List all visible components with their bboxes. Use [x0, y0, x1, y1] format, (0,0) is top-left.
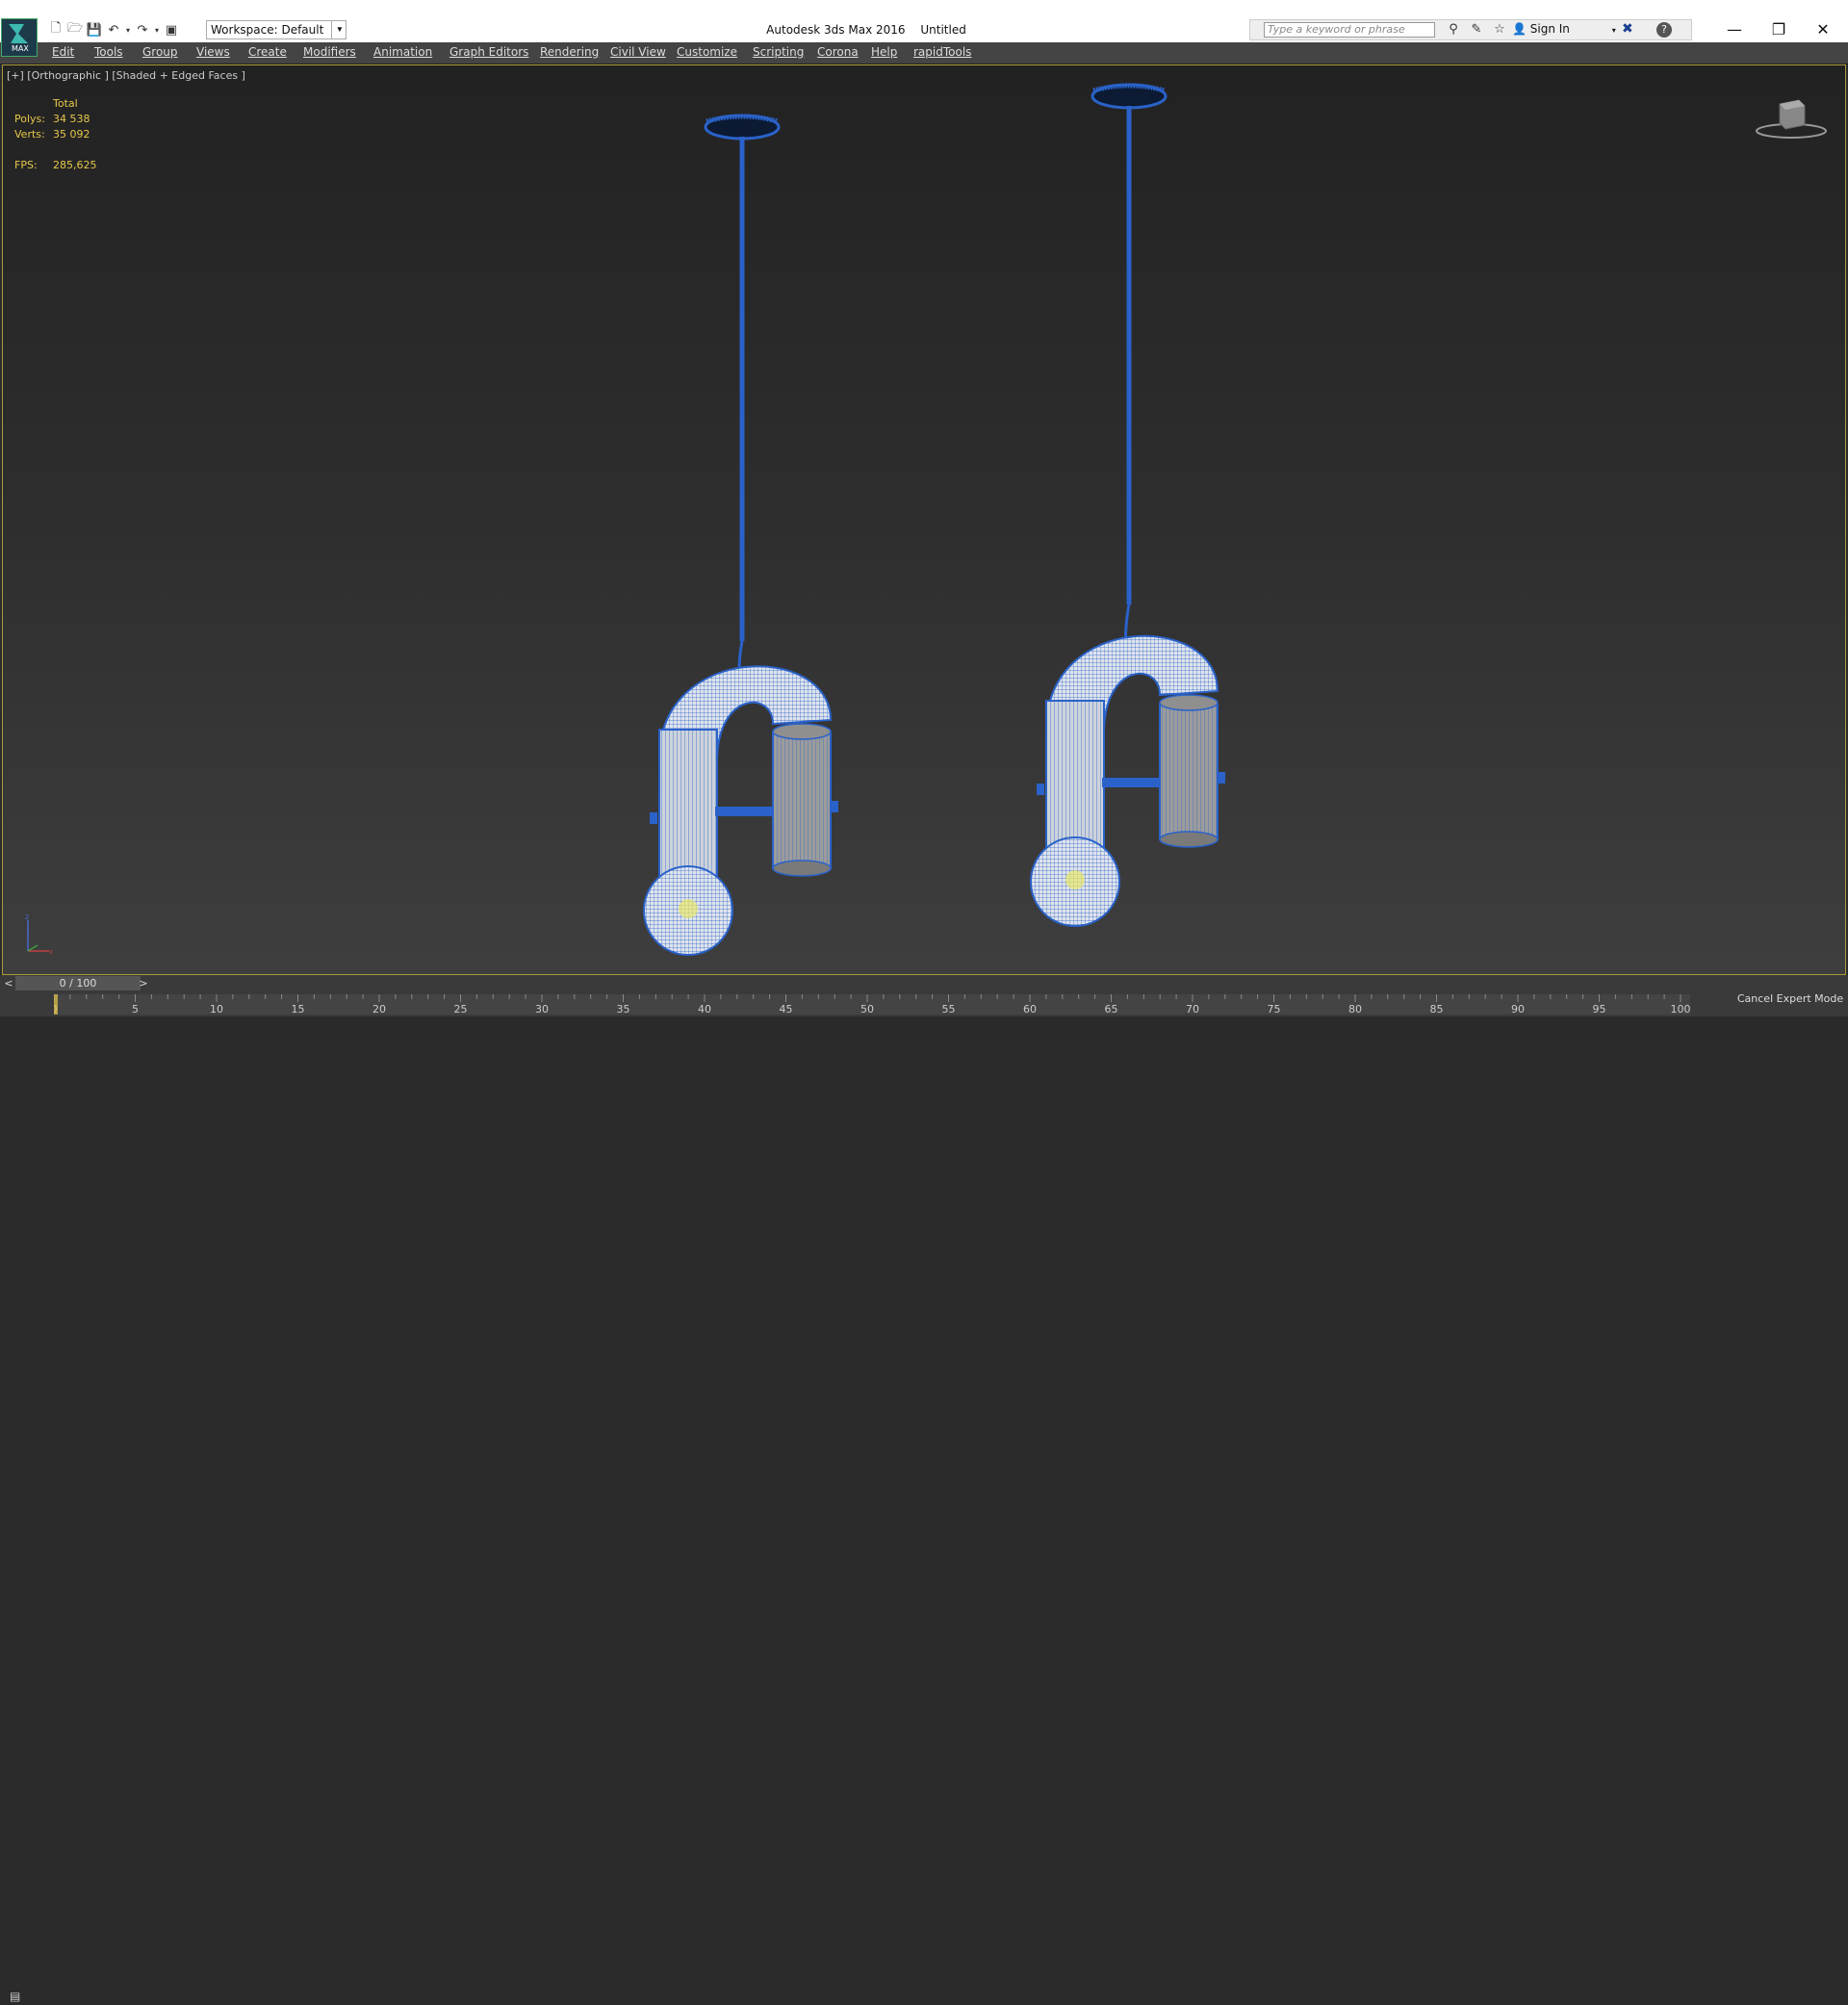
pendant-lamp-left[interactable] — [643, 114, 838, 956]
star-icon[interactable]: ☆ — [1491, 21, 1508, 39]
menu-bar: Edit Tools Group Views Create Modifiers … — [0, 42, 1848, 64]
orthographic-viewport[interactable]: [+] [Orthographic ] [Shaded + Edged Face… — [2, 64, 1846, 975]
ruler-tick-label: 85 — [1430, 1003, 1444, 1015]
sign-in-button[interactable]: 👤 Sign In ▾ — [1512, 22, 1616, 36]
ruler-tick-label: 55 — [942, 1003, 956, 1015]
pendant-lamp-right[interactable] — [1030, 83, 1225, 927]
menu-edit[interactable]: Edit — [52, 45, 74, 59]
menu-modifiers[interactable]: Modifiers — [303, 45, 356, 59]
minimize-button[interactable]: — — [1713, 17, 1756, 42]
ruler-tick-label: 80 — [1348, 1003, 1362, 1015]
infocenter: Type a keyword or phrase ⚲ ✎ ☆ 👤 Sign In… — [1249, 19, 1692, 40]
chevron-down-icon: ▾ — [1611, 26, 1616, 35]
menu-create[interactable]: Create — [248, 45, 287, 59]
document-name: Untitled — [920, 23, 966, 37]
track-ruler[interactable]: 0510152025303540455055606570758085909510… — [51, 994, 1691, 1015]
help-icon[interactable]: ? — [1656, 22, 1672, 38]
cancel-expert-mode-button[interactable]: Cancel Expert Mode — [1732, 987, 1848, 1011]
ruler-tick-label: 30 — [535, 1003, 549, 1015]
sign-in-label: Sign In — [1529, 22, 1570, 36]
time-slider-bar: < 0 / 100 > — [0, 975, 1848, 992]
close-button[interactable]: ✕ — [1802, 17, 1844, 42]
ruler-tick-label: 25 — [454, 1003, 468, 1015]
ruler-tick-label: 5 — [132, 1003, 139, 1015]
next-frame-button[interactable]: > — [137, 976, 150, 990]
ruler-tick-label: 15 — [292, 1003, 305, 1015]
ruler-tick-label: 10 — [210, 1003, 223, 1015]
menu-scripting[interactable]: Scripting — [753, 45, 804, 59]
user-icon: 👤 — [1512, 22, 1527, 36]
menu-graph-editors[interactable]: Graph Editors — [449, 45, 528, 59]
max-logo-icon — [9, 24, 28, 43]
track-bar[interactable]: ▤ 05101520253035404550556065707580859095… — [0, 992, 1848, 2003]
ruler-tick-label: 75 — [1268, 1003, 1281, 1015]
prev-frame-button[interactable]: < — [2, 976, 15, 990]
binoculars-icon[interactable]: ⚲ — [1445, 21, 1462, 39]
menu-corona[interactable]: Corona — [817, 45, 859, 59]
scene-canvas[interactable] — [3, 65, 1845, 974]
status-bar — [0, 1016, 1848, 1040]
menu-rapidtools[interactable]: rapidTools — [913, 45, 971, 59]
restore-button[interactable]: ❐ — [1758, 17, 1800, 42]
ruler-tick-label: 95 — [1593, 1003, 1606, 1015]
menu-customize[interactable]: Customize — [677, 45, 737, 59]
ruler-tick-label: 70 — [1186, 1003, 1199, 1015]
menu-views[interactable]: Views — [196, 45, 230, 59]
menu-tools[interactable]: Tools — [94, 45, 123, 59]
ruler-tick-label: 100 — [1671, 1003, 1691, 1015]
communication-icon[interactable]: ✎ — [1468, 21, 1485, 39]
ruler-tick-label: 60 — [1023, 1003, 1037, 1015]
ruler-tick-label: 40 — [698, 1003, 711, 1015]
time-slider[interactable]: 0 / 100 — [15, 976, 141, 990]
current-frame-marker[interactable] — [52, 994, 58, 1015]
ruler-tick-label: 35 — [617, 1003, 630, 1015]
menu-group[interactable]: Group — [142, 45, 178, 59]
ruler-tick-label: 20 — [372, 1003, 386, 1015]
menu-civil-view[interactable]: Civil View — [610, 45, 666, 59]
menu-help[interactable]: Help — [871, 45, 897, 59]
ruler-ticks: 0510152025303540455055606570758085909510… — [51, 994, 1691, 1015]
menu-rendering[interactable]: Rendering — [540, 45, 599, 59]
app-name: Autodesk 3ds Max 2016 — [766, 23, 906, 37]
curve-editor-icon[interactable]: ▤ — [10, 1990, 31, 2005]
app-logo-button[interactable]: MAX — [1, 18, 38, 57]
search-input[interactable]: Type a keyword or phrase — [1264, 22, 1435, 38]
ruler-tick-label: 45 — [780, 1003, 793, 1015]
ruler-tick-label: 50 — [860, 1003, 874, 1015]
menu-animation[interactable]: Animation — [373, 45, 432, 59]
logo-text: MAX — [12, 44, 29, 53]
title-bar: 🗋 🗁 💾 ↶ ▾ ↷ ▾ ▣ Workspace: Default ▾ ▾ A… — [0, 0, 1848, 42]
ruler-tick-label: 90 — [1511, 1003, 1525, 1015]
ruler-tick-label: 65 — [1105, 1003, 1118, 1015]
exchange-apps-icon[interactable]: ✖ — [1622, 21, 1633, 37]
